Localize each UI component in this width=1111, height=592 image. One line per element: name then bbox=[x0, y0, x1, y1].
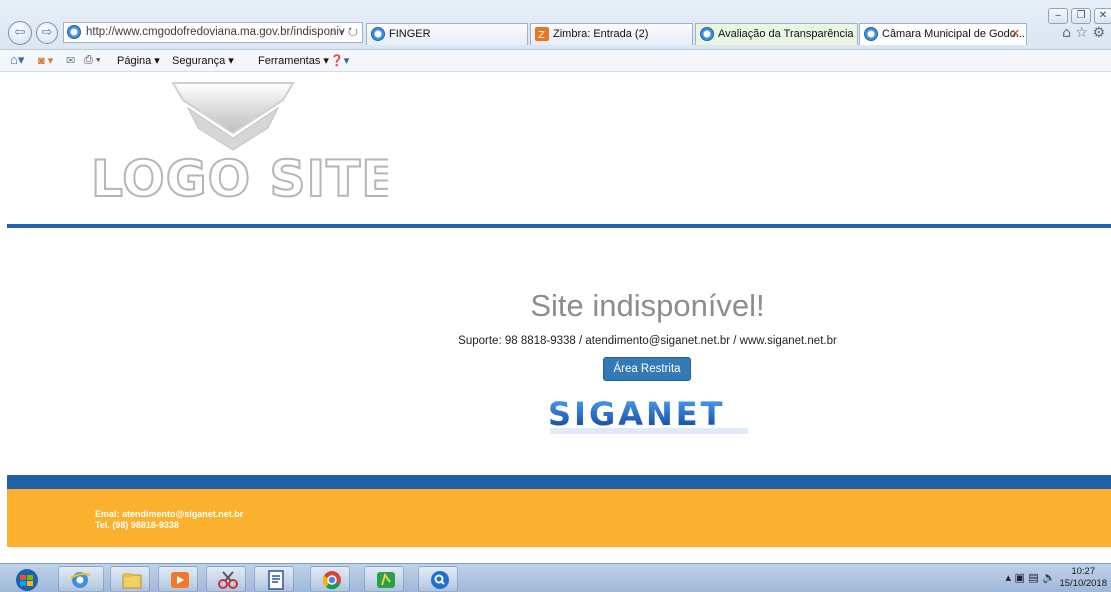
clock-date: 15/10/2018 bbox=[1059, 578, 1107, 589]
ie-tab-icon bbox=[371, 27, 385, 45]
taskbar-app-icon[interactable] bbox=[364, 566, 404, 592]
minimize-button[interactable]: ‒ bbox=[1048, 8, 1068, 24]
tab-label: Avaliação da Transparência do... bbox=[718, 28, 857, 40]
address-actions[interactable]: ⌕ ▾ ↻ bbox=[329, 23, 358, 42]
siganet-logo: SIGANET bbox=[548, 395, 748, 434]
footer: Emal: atendimento@siganet.net.br Tel. (9… bbox=[7, 489, 1111, 547]
address-bar[interactable]: http://www.cmgodofredoviana.ma.gov.br/in… bbox=[63, 22, 363, 43]
print-icon[interactable]: ⎙ ▾ bbox=[84, 54, 100, 67]
tab-zimbra[interactable]: Z Zimbra: Entrada (2) bbox=[530, 23, 693, 45]
home-icon[interactable]: ⌂▾ bbox=[10, 52, 24, 68]
tab-camara-municipal[interactable]: Câmara Municipal de Godo... ✕ bbox=[859, 23, 1027, 45]
svg-text:Z: Z bbox=[538, 30, 545, 41]
taskbar-search-app-icon[interactable] bbox=[418, 566, 458, 592]
footer-email: Emal: atendimento@siganet.net.br bbox=[95, 509, 244, 519]
start-button[interactable] bbox=[4, 566, 52, 592]
network-icon[interactable]: ▣ bbox=[1014, 571, 1024, 584]
page-menu[interactable]: Página ▾ bbox=[117, 54, 160, 67]
clock[interactable]: 10:27 15/10/2018 bbox=[1059, 566, 1107, 590]
back-button[interactable]: ⇦ bbox=[8, 21, 32, 45]
footer-phone: Tel. (98) 98818-9338 bbox=[95, 520, 179, 530]
taskbar-media-player-icon[interactable] bbox=[158, 566, 198, 592]
home-icon[interactable]: ⌂ bbox=[1062, 25, 1071, 41]
zimbra-icon: Z bbox=[535, 27, 549, 45]
close-window-button[interactable]: ✕ bbox=[1094, 8, 1111, 24]
taskbar-document-icon[interactable] bbox=[254, 566, 294, 592]
command-bar: ⌂▾ ◙ ▾ ✉ ⎙ ▾ Página ▾ Segurança ▾ Ferram… bbox=[0, 50, 1111, 72]
favorites-star-icon[interactable]: ☆ bbox=[1075, 25, 1088, 41]
browser-chrome: ‒ ❐ ✕ ⇦ ⇨ http://www.cmgodofredoviana.ma… bbox=[0, 0, 1111, 50]
ie-page-icon bbox=[67, 25, 81, 42]
tray-expand-icon[interactable]: ▴ bbox=[1005, 571, 1011, 584]
display-icon[interactable]: ▤ bbox=[1028, 571, 1038, 584]
address-text: http://www.cmgodofredoviana.ma.gov.br/in… bbox=[86, 26, 345, 38]
forward-button[interactable]: ⇨ bbox=[36, 22, 58, 44]
logo-text: LOGO SITE bbox=[91, 150, 388, 203]
support-text: Suporte: 98 8818-9338 / atendimento@siga… bbox=[458, 335, 837, 347]
taskbar: ▴ ▣ ▤ 🔈 10:27 15/10/2018 bbox=[0, 563, 1111, 592]
ie-tab-icon bbox=[700, 27, 714, 45]
taskbar-ie-icon[interactable] bbox=[58, 566, 104, 592]
brand-text: SIGANET bbox=[548, 395, 725, 433]
volume-icon[interactable]: 🔈 bbox=[1042, 571, 1056, 584]
system-tray: ▴ ▣ ▤ 🔈 bbox=[1005, 571, 1056, 584]
header-divider bbox=[7, 224, 1111, 228]
close-tab-icon[interactable]: ✕ bbox=[1011, 24, 1020, 44]
taskbar-chrome-icon[interactable] bbox=[310, 566, 350, 592]
taskbar-snipping-tool-icon[interactable] bbox=[206, 566, 246, 592]
security-menu[interactable]: Segurança ▾ bbox=[172, 54, 234, 67]
settings-gear-icon[interactable]: ⚙ bbox=[1092, 25, 1105, 41]
tab-label: FINGER bbox=[389, 28, 431, 40]
help-icon[interactable]: ❓▾ bbox=[330, 54, 349, 67]
page-title: Site indisponível! bbox=[530, 288, 765, 323]
tools-menu[interactable]: Ferramentas ▾ bbox=[258, 54, 329, 67]
feeds-icon[interactable]: ◙ ▾ bbox=[38, 54, 53, 67]
tab-finger[interactable]: FINGER bbox=[366, 23, 528, 45]
ie-tab-icon bbox=[864, 27, 878, 45]
footer-blue-bar bbox=[7, 475, 1111, 489]
restricted-area-button[interactable]: Área Restrita bbox=[603, 357, 691, 381]
tab-label: Zimbra: Entrada (2) bbox=[553, 28, 649, 40]
tab-transparencia[interactable]: Avaliação da Transparência do... bbox=[695, 23, 858, 45]
tab-label: Câmara Municipal de Godo... bbox=[882, 28, 1026, 40]
clock-time: 10:27 bbox=[1071, 566, 1096, 577]
taskbar-file-explorer-icon[interactable] bbox=[110, 566, 150, 592]
maximize-button[interactable]: ❐ bbox=[1071, 8, 1091, 24]
mail-icon[interactable]: ✉ bbox=[66, 54, 75, 67]
browser-right-icons: ⌂ ☆ ⚙ bbox=[1062, 25, 1105, 41]
site-logo: LOGO SITE bbox=[90, 82, 388, 203]
